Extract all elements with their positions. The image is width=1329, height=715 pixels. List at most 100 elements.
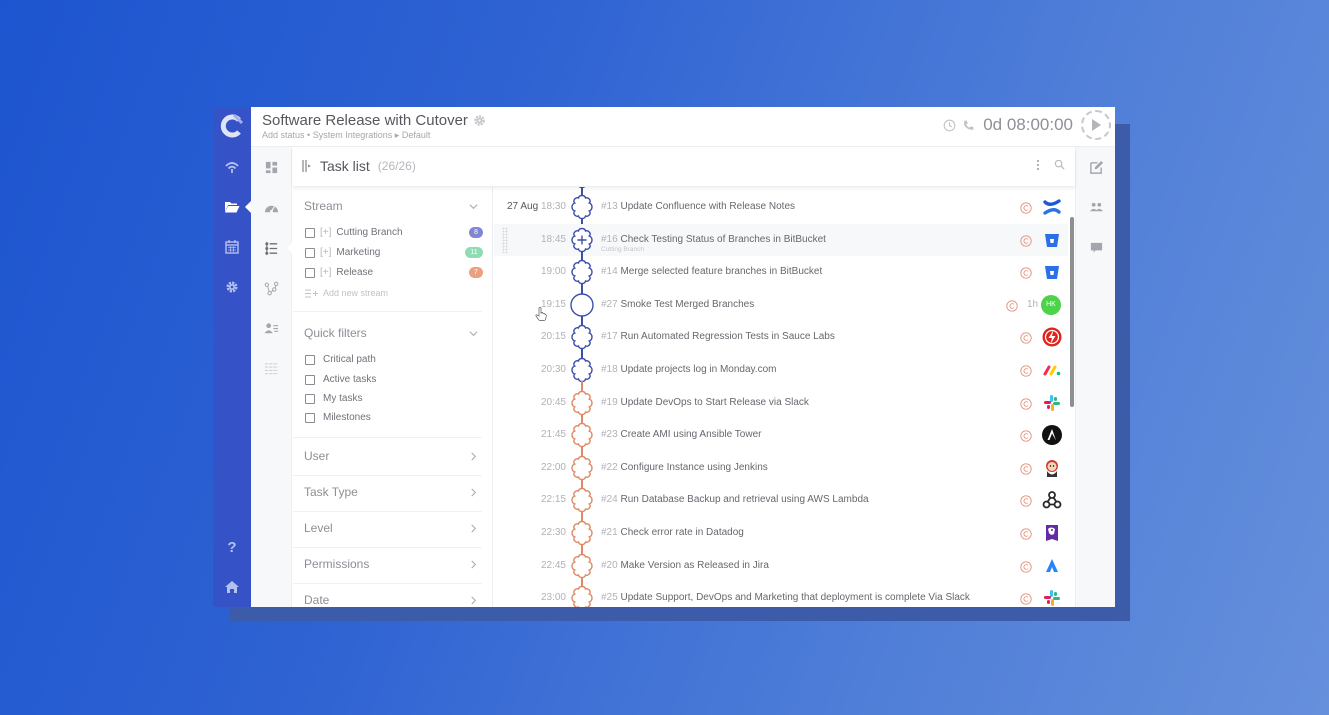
task-node-gear-icon[interactable] [568,421,596,449]
task-title[interactable]: #17 Run Automated Regression Tests in Sa… [601,331,835,342]
expand-toggle[interactable]: [+] [320,227,331,238]
view-team[interactable] [251,316,292,340]
stream-filter-marketing[interactable]: [+] Marketing 11 [305,247,483,258]
comms-icon[interactable] [1006,299,1018,312]
checkbox[interactable] [305,267,315,278]
task-node-gear-icon[interactable] [568,389,596,417]
task-node-gear-icon[interactable] [568,454,596,482]
comments-button[interactable] [1076,235,1115,259]
cutover-logo-icon[interactable] [217,111,247,141]
expand-toggle[interactable]: [+] [320,247,331,258]
phone-icon[interactable] [962,119,975,132]
quick-filters-title[interactable]: Quick filters [304,326,367,340]
quick-filter-milestones[interactable]: Milestones [305,412,483,423]
rail-folder[interactable] [213,195,251,219]
task-title[interactable]: #19 Update DevOps to Start Release via S… [601,397,809,408]
comms-icon[interactable] [1020,331,1032,345]
runbook-title[interactable]: Software Release with Cutover [262,112,468,129]
comms-icon[interactable] [1020,364,1032,377]
filter-section-user[interactable]: User [304,449,329,463]
rail-home[interactable] [213,575,251,599]
task-node-gear-icon[interactable] [568,519,596,547]
view-gauge[interactable] [251,196,292,220]
view-link[interactable]: Default [402,130,431,140]
chevron-right-icon[interactable] [469,488,478,497]
add-new-stream-button[interactable]: Add new stream [305,288,483,298]
edit-button[interactable] [1076,155,1115,179]
start-runbook-button[interactable] [1081,110,1111,140]
stream-filter-title[interactable]: Stream [304,199,343,213]
task-title[interactable]: #24 Run Database Backup and retrieval us… [601,494,869,505]
task-node-gear-icon[interactable] [568,552,596,580]
task-node-gear-icon[interactable] [568,258,596,286]
task-title[interactable]: #16 Check Testing Status of Branches in … [601,234,826,245]
comms-icon[interactable] [1020,234,1032,247]
workspace-link[interactable]: System Integrations [313,130,393,140]
comms-icon[interactable] [1020,527,1032,540]
comms-icon[interactable] [1020,494,1032,508]
task-title[interactable]: #14 Merge selected feature branches in B… [601,266,822,277]
expand-toggle[interactable]: [+] [320,267,331,278]
task-node-gear-icon[interactable] [568,226,596,254]
comms-icon[interactable] [1020,201,1032,214]
task-node-gear-icon[interactable] [568,323,596,351]
task-title[interactable]: #18 Update projects log in Monday.com [601,364,776,375]
checkbox[interactable] [305,354,315,365]
rail-wifi[interactable] [213,155,251,179]
task-node-gear-icon[interactable] [568,193,596,221]
task-node-gear-icon[interactable] [568,584,596,607]
view-task-list[interactable] [251,236,293,260]
checkbox[interactable] [305,227,315,238]
quick-filter-my-tasks[interactable]: My tasks [305,393,483,404]
rail-settings[interactable] [213,275,251,299]
task-node-gear-icon[interactable] [568,356,596,384]
comms-icon[interactable] [1020,462,1032,475]
add-status-link[interactable]: Add status [262,130,305,140]
chevron-right-icon[interactable] [469,452,478,461]
assignee-avatar[interactable]: HK [1041,294,1061,315]
chevron-right-icon[interactable] [469,596,478,605]
view-node-map[interactable] [251,276,292,300]
task-title[interactable]: #25 Update Support, DevOps and Marketing… [601,592,970,603]
stream-filter-release[interactable]: [+] Release 7 [305,267,483,278]
comms-icon[interactable] [1020,560,1032,573]
comms-icon[interactable] [1020,266,1032,279]
task-title[interactable]: #27 Smoke Test Merged Branches [601,299,754,310]
task-title[interactable]: #13 Update Confluence with Release Notes [601,201,795,212]
view-table[interactable] [251,356,292,380]
task-title[interactable]: #22 Configure Instance using Jenkins [601,462,768,473]
chevron-right-icon[interactable] [469,560,478,569]
more-options-icon[interactable] [1036,159,1040,171]
filter-section-level[interactable]: Level [304,521,333,535]
timeline-toggle-icon[interactable] [302,160,312,172]
search-icon[interactable] [1054,159,1065,170]
chevron-down-icon[interactable] [469,202,478,211]
filter-section-date[interactable]: Date [304,593,329,607]
checkbox[interactable] [305,393,315,404]
timeline-scrollbar[interactable] [1070,217,1074,407]
comms-icon[interactable] [1020,397,1032,410]
rail-help[interactable]: ? [213,535,251,559]
task-row[interactable]: 23:00 #25 Update Support, DevOps and Mark… [494,582,1069,607]
task-title[interactable]: #21 Check error rate in Datadog [601,527,744,538]
checkbox[interactable] [305,247,315,258]
users-button[interactable] [1076,195,1115,219]
rail-calendar[interactable] [213,235,251,259]
stream-filter-cutting-branch[interactable]: [+] Cutting Branch 8 [305,227,483,238]
clock-icon[interactable] [943,119,956,132]
filter-section-permissions[interactable]: Permissions [304,557,369,571]
settings-gear-icon[interactable] [473,114,486,127]
chevron-right-icon[interactable] [469,524,478,533]
task-node-gear-icon[interactable] [568,486,596,514]
task-title[interactable]: #23 Create AMI using Ansible Tower [601,429,761,440]
quick-filter-active-tasks[interactable]: Active tasks [305,374,483,385]
chevron-down-icon[interactable] [469,329,478,338]
quick-filter-critical-path[interactable]: Critical path [305,354,483,365]
checkbox[interactable] [305,412,315,423]
task-title[interactable]: #20 Make Version as Released in Jira [601,560,769,571]
checkbox[interactable] [305,374,315,385]
comms-icon[interactable] [1020,429,1032,442]
filter-section-task-type[interactable]: Task Type [304,485,358,499]
view-dashboard[interactable] [251,155,292,179]
task-node-circle-icon[interactable] [568,291,596,319]
